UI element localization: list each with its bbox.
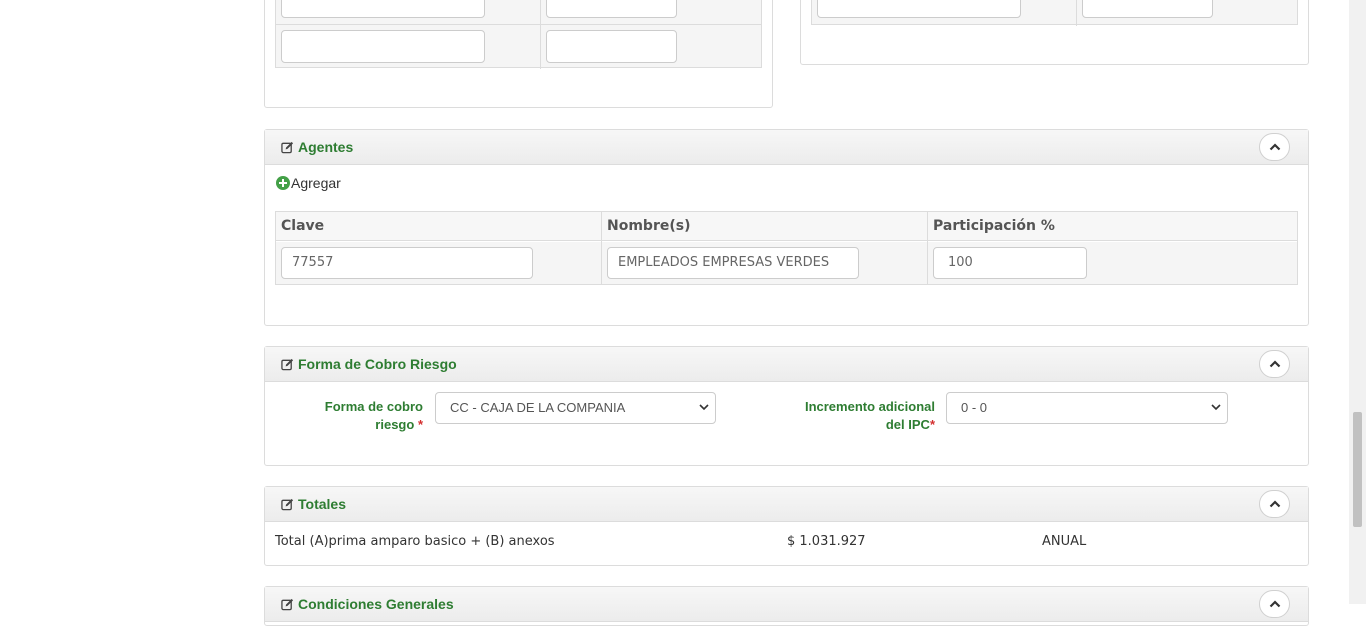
scrollbar-thumb[interactable] [1353, 412, 1362, 527]
page-scrollbar[interactable] [1349, 0, 1366, 604]
forma-cobro-title: Forma de Cobro Riesgo [298, 356, 457, 372]
column-header-clave: Clave [281, 218, 325, 234]
totales-collapse-button[interactable] [1259, 490, 1290, 518]
incremento-ipc-select[interactable]: 0 - 0 [946, 392, 1228, 424]
column-header-participacion: Participación % [933, 218, 1055, 234]
totales-label: Total (A)prima amparo basico + (B) anexo… [275, 534, 555, 549]
forma-cobro-select[interactable]: CC - CAJA DE LA COMPANIA [435, 392, 716, 424]
top-left-input-2b[interactable] [546, 30, 677, 63]
totales-amount: $ 1.031.927 [787, 534, 866, 549]
chevron-down-icon [1211, 404, 1221, 411]
chevron-up-icon [1269, 600, 1280, 608]
chevron-up-icon [1269, 360, 1280, 368]
chevron-down-icon [699, 404, 709, 411]
edit-icon [281, 598, 294, 610]
chevron-up-icon [1269, 143, 1280, 151]
edit-icon [281, 141, 294, 153]
edit-icon [281, 358, 294, 370]
condiciones-collapse-button[interactable] [1259, 590, 1290, 618]
participacion-input[interactable]: 100 [933, 247, 1087, 279]
plus-circle-icon [276, 176, 290, 190]
edit-icon [281, 498, 294, 510]
condiciones-header: Condiciones Generales [265, 587, 1308, 622]
top-right-panel [800, 0, 1309, 65]
totales-title: Totales [298, 496, 346, 512]
agentes-title: Agentes [298, 139, 354, 155]
top-left-input-1a[interactable] [281, 0, 485, 18]
condiciones-title: Condiciones Generales [298, 596, 454, 612]
column-header-nombre: Nombre(s) [607, 218, 691, 234]
top-right-table [811, 0, 1298, 26]
agregar-label: Agregar [291, 175, 341, 191]
agentes-collapse-button[interactable] [1259, 133, 1290, 161]
forma-cobro-header: Forma de Cobro Riesgo [265, 347, 1308, 382]
totales-period: ANUAL [1042, 534, 1087, 549]
chevron-up-icon [1269, 500, 1280, 508]
top-right-input-b[interactable] [1082, 0, 1213, 18]
forma-cobro-panel: Forma de Cobro Riesgo Forma de cobro rie… [264, 346, 1309, 466]
forma-cobro-collapse-button[interactable] [1259, 350, 1290, 378]
top-left-table [275, 0, 762, 69]
agentes-panel: Agentes Agregar Clave Nombre(s) Particip… [264, 129, 1309, 326]
top-left-input-2a[interactable] [281, 30, 485, 63]
required-mark: * [417, 417, 423, 432]
totales-header: Totales [265, 487, 1308, 522]
condiciones-panel: Condiciones Generales [264, 586, 1309, 626]
top-right-input-a[interactable] [817, 0, 1021, 18]
top-left-panel [264, 0, 773, 108]
totales-panel: Totales Total (A)prima amparo basico + (… [264, 486, 1309, 566]
agregar-link[interactable]: Agregar [276, 175, 341, 191]
agentes-header: Agentes [265, 130, 1308, 165]
agentes-table: Clave Nombre(s) Participación % 77557 EM… [275, 211, 1298, 285]
nombre-input[interactable]: EMPLEADOS EMPRESAS VERDES [607, 247, 859, 279]
forma-cobro-label: Forma de cobro riesgo * [324, 399, 423, 432]
clave-input[interactable]: 77557 [281, 247, 533, 279]
incremento-ipc-label: Incremento adicional del IPC* [804, 399, 935, 432]
top-left-input-1b[interactable] [546, 0, 677, 18]
required-mark: * [929, 417, 935, 432]
